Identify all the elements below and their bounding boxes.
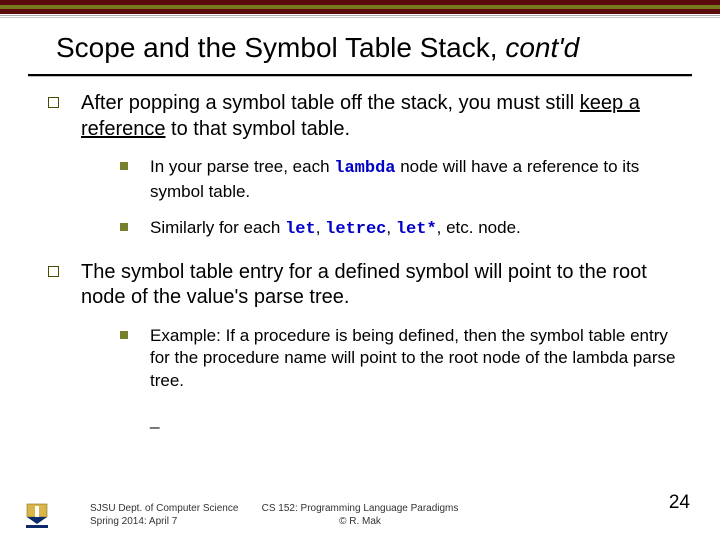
underlined-text: keep a reference: [81, 92, 640, 140]
footer-left: SJSU Dept. of Computer Science Spring 20…: [90, 503, 238, 528]
title-text-plain: Scope and the Symbol Table Stack,: [56, 32, 505, 63]
sub-list-item-text: In your parse tree, each lambda node wil…: [150, 156, 680, 203]
trailing-dash: _: [150, 410, 680, 430]
bullet-filled-icon: [120, 223, 128, 231]
list-item: The symbol table entry for a defined sym…: [48, 260, 680, 311]
page-number: 24: [669, 492, 690, 514]
list-item-text: The symbol table entry for a defined sym…: [81, 260, 680, 311]
sub-list: In your parse tree, each lambda node wil…: [120, 156, 680, 241]
bullet-filled-icon: [120, 331, 128, 339]
code-keyword: letrec: [325, 220, 386, 239]
footer-course: CS 152: Programming Language Paradigms: [262, 503, 459, 516]
sub-list: Example: If a procedure is being defined…: [120, 325, 680, 392]
title-text-italic: cont'd: [505, 32, 579, 63]
sub-list-item-text: Example: If a procedure is being defined…: [150, 325, 680, 392]
sub-list-item: Example: If a procedure is being defined…: [120, 325, 680, 392]
slide-body: After popping a symbol table off the sta…: [0, 77, 720, 430]
footer-author: © R. Mak: [262, 516, 459, 529]
slide-footer: SJSU Dept. of Computer Science Spring 20…: [0, 503, 720, 528]
slide-title: Scope and the Symbol Table Stack, cont'd: [0, 18, 720, 74]
bullet-outline-icon: [48, 97, 59, 108]
footer-dept: SJSU Dept. of Computer Science: [90, 503, 238, 516]
sub-list-item-text: Similarly for each let, letrec, let*, et…: [150, 217, 521, 241]
bullet-filled-icon: [120, 162, 128, 170]
footer-center: CS 152: Programming Language Paradigms ©…: [262, 503, 459, 528]
decorative-top-bars: [0, 0, 720, 18]
footer-date: Spring 2014: April 7: [90, 516, 238, 529]
sub-list-item: Similarly for each let, letrec, let*, et…: [120, 217, 680, 241]
list-item-text: After popping a symbol table off the sta…: [81, 91, 680, 142]
code-keyword: let*: [396, 220, 437, 239]
code-keyword: lambda: [334, 159, 395, 178]
sub-list-item: In your parse tree, each lambda node wil…: [120, 156, 680, 203]
bullet-outline-icon: [48, 266, 59, 277]
list-item: After popping a symbol table off the sta…: [48, 91, 680, 142]
code-keyword: let: [285, 220, 316, 239]
